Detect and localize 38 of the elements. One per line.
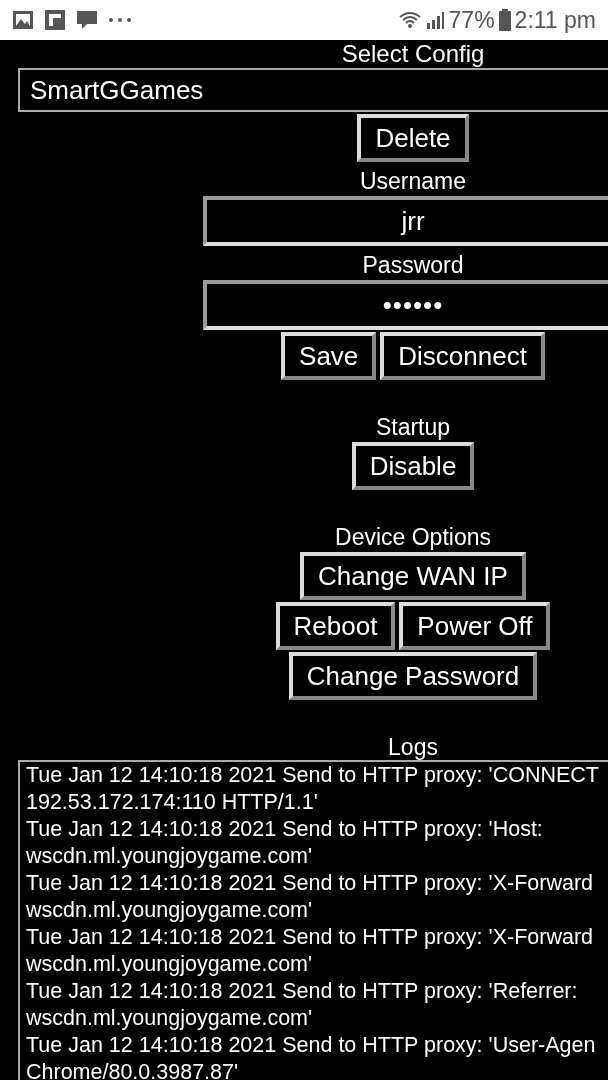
message-icon — [76, 9, 98, 31]
device-option-button[interactable]: Change WAN IP — [300, 552, 526, 600]
app-icon — [44, 9, 66, 31]
battery-icon — [498, 9, 511, 31]
disconnect-button[interactable]: Disconnect — [380, 332, 545, 380]
log-line: Tue Jan 12 14:10:18 2021 Send to HTTP proxy: 'X-Forward — [26, 870, 593, 897]
save-button[interactable]: Save — [281, 332, 377, 380]
log-line: wscdn.ml.youngjoygame.com' — [26, 1005, 313, 1032]
logs-label: Logs — [388, 734, 438, 760]
username-field[interactable]: jrr — [203, 196, 608, 246]
battery-percentage: 77% — [448, 6, 495, 34]
log-line: Tue Jan 12 14:10:18 2021 Send to HTTP proxy: 'X-Forward — [26, 924, 593, 951]
startup-label: Startup — [375, 414, 451, 440]
log-line: wscdn.ml.youngjoygame.com' — [26, 843, 313, 870]
image-icon — [12, 10, 34, 30]
password-field[interactable]: •••••• — [203, 280, 608, 330]
username-label: Username — [359, 168, 467, 194]
log-line: 192.53.172.174:110 HTTP/1.1' — [26, 789, 318, 816]
log-line: Chrome/80.0.3987.87' — [26, 1059, 239, 1080]
clock: 2:11 pm — [514, 6, 596, 34]
device-option-button[interactable]: Reboot — [275, 602, 396, 650]
more-icon — [108, 17, 132, 23]
log-line: Tue Jan 12 14:10:18 2021 Send to HTTP proxy: 'Host: — [26, 816, 543, 843]
password-label: Password — [362, 252, 464, 278]
delete-button[interactable]: Delete — [357, 114, 469, 162]
log-line: Tue Jan 12 14:10:18 2021 Send to HTTP proxy: 'User-Agen — [26, 1032, 596, 1059]
device-option-button[interactable]: Change Password — [288, 652, 538, 700]
device-option-button[interactable]: Power Off — [399, 602, 551, 650]
device-options-label: Device Options — [335, 524, 491, 550]
config-select[interactable]: SmartGGames — [18, 68, 608, 112]
disable-button[interactable]: Disable — [351, 442, 475, 490]
log-line: Tue Jan 12 14:10:18 2021 Send to HTTP proxy: 'Referrer: — [26, 978, 578, 1005]
log-line: wscdn.ml.youngjoygame.com' — [26, 897, 313, 924]
signal-icon — [424, 10, 445, 30]
log-line: Tue Jan 12 14:10:18 2021 Send to HTTP proxy: 'CONNECT — [26, 762, 599, 789]
config-label: Select Config — [341, 40, 485, 68]
log-line: wscdn.ml.youngjoygame.com' — [26, 951, 313, 978]
wifi-icon — [398, 11, 421, 29]
